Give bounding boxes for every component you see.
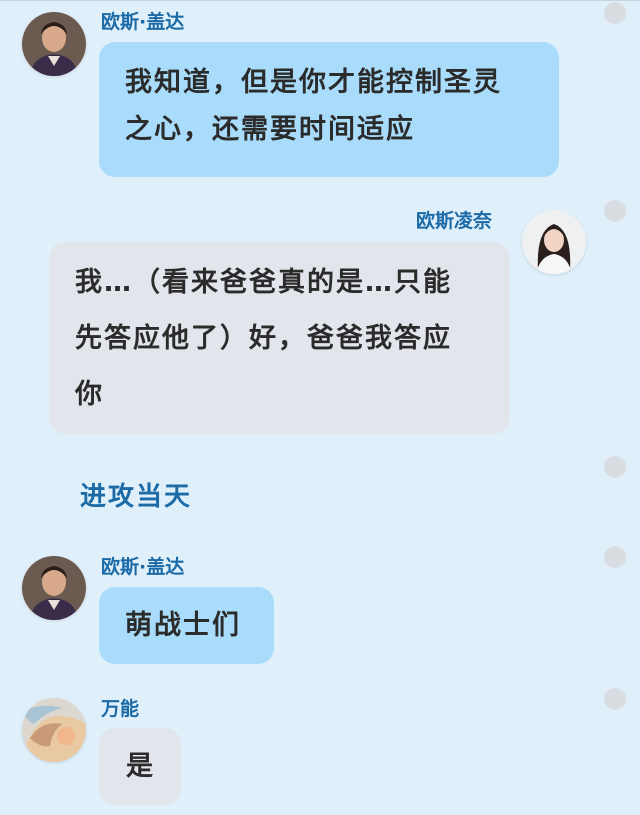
avatar-man[interactable] [22, 556, 86, 620]
section-title: 进攻当天 [80, 482, 193, 512]
message-text: 我知道，但是你才能控制圣灵 [125, 67, 502, 98]
avatar-girl[interactable] [522, 210, 586, 274]
sender-name: 欧斯·盖达 [101, 11, 185, 33]
man-portrait-icon [22, 12, 86, 76]
message-text: 萌战士们 [125, 610, 241, 641]
sender-name: 欧斯·盖达 [101, 556, 185, 578]
status-dot [604, 688, 626, 710]
man-portrait-icon [22, 556, 86, 620]
message-bubble[interactable]: 我知道，但是你才能控制圣灵 之心，还需要时间适应 [99, 42, 559, 177]
anime-portrait-icon [22, 698, 86, 762]
message-bubble[interactable]: 萌战士们 [99, 587, 274, 664]
message-bubble[interactable]: 是 [99, 728, 181, 805]
status-dot [604, 456, 626, 478]
girl-portrait-icon [522, 210, 586, 274]
avatar-anime[interactable] [22, 698, 86, 762]
message-bubble[interactable]: 我…（看来爸爸真的是…只能 先答应他了）好，爸爸我答应 你 [49, 242, 510, 434]
message-text: 你 [75, 379, 104, 410]
message-text: 先答应他了）好，爸爸我答应 [75, 323, 452, 354]
avatar-man[interactable] [22, 12, 86, 76]
message-text: 我…（看来爸爸真的是…只能 [75, 267, 452, 298]
status-dot [604, 546, 626, 568]
status-dot [604, 200, 626, 222]
sender-name: 万能 [101, 698, 140, 720]
sender-name: 欧斯凌奈 [416, 210, 493, 232]
top-divider [0, 0, 640, 1]
message-text: 之心，还需要时间适应 [125, 114, 415, 145]
status-dot [604, 2, 626, 24]
message-text: 是 [126, 751, 155, 782]
